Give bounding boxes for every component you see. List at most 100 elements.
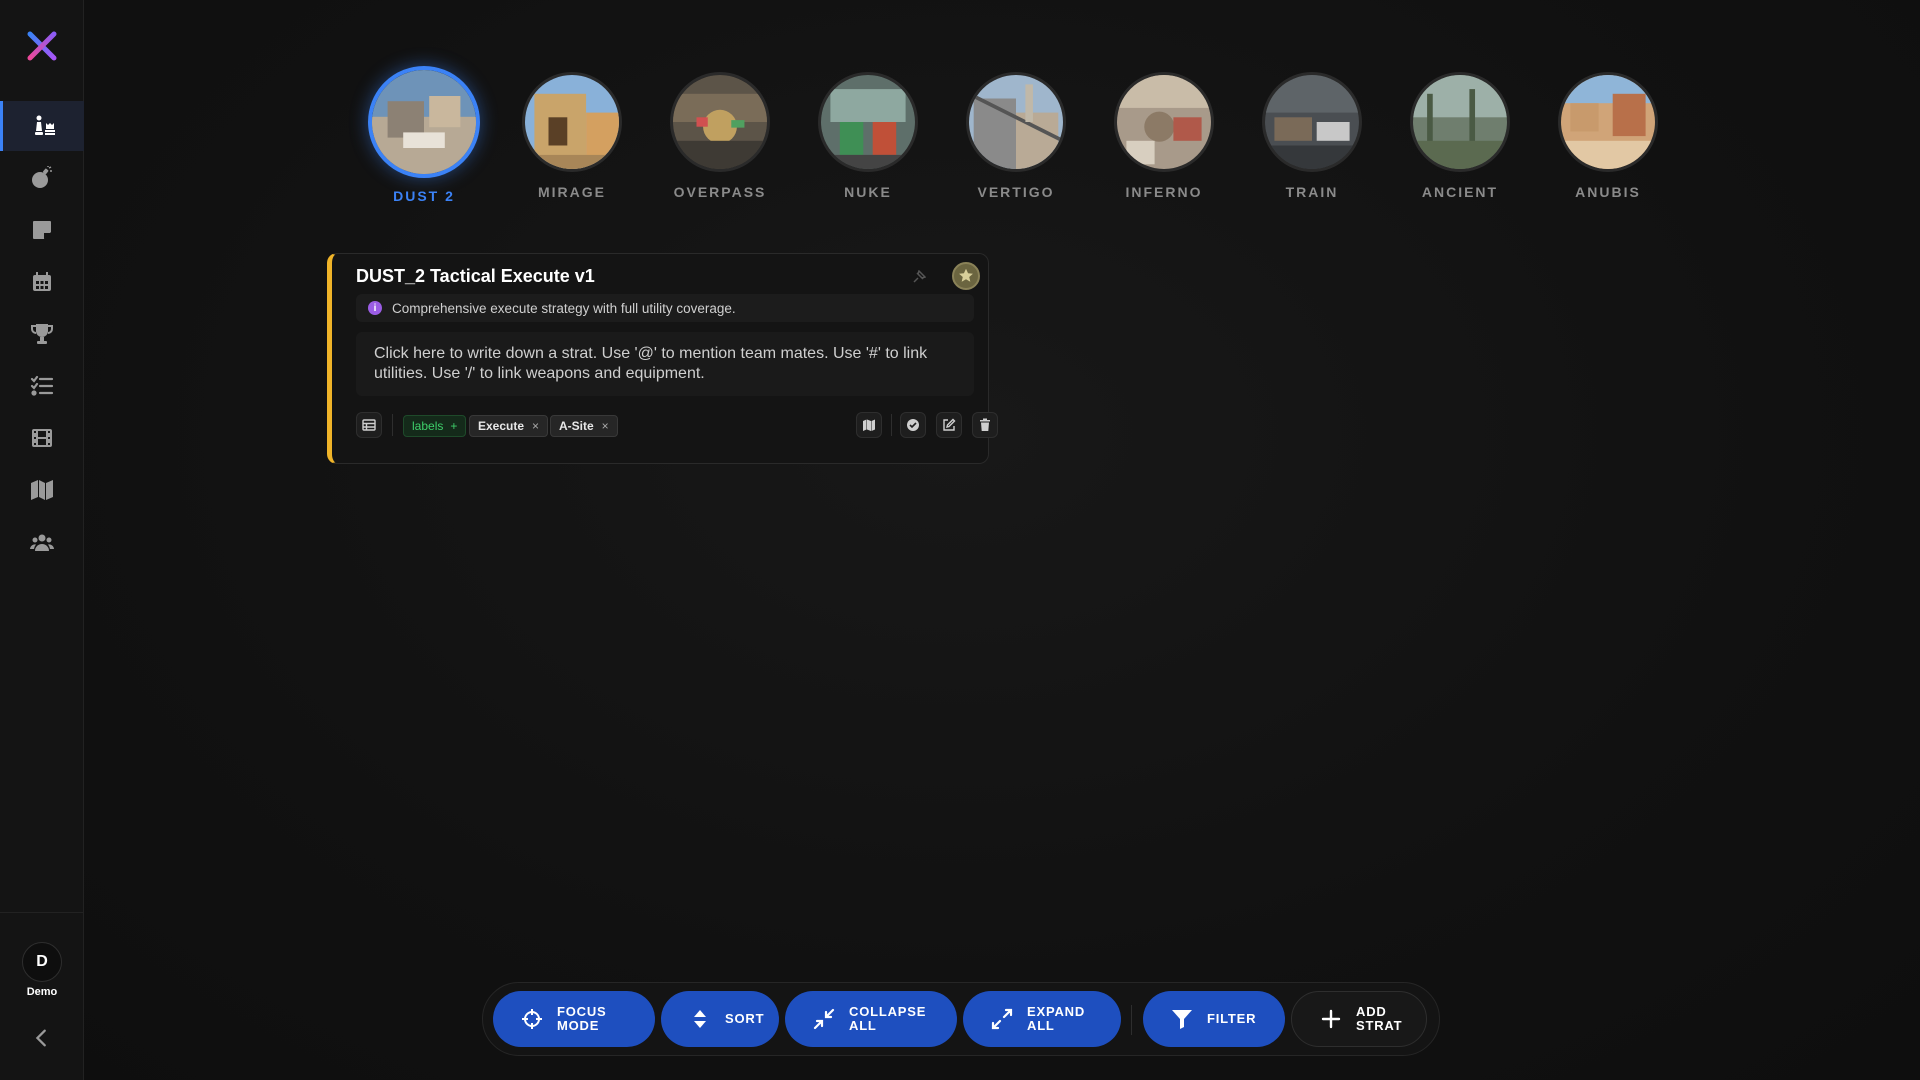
chess-pieces-icon <box>34 115 55 135</box>
focus-mode-label: FOCUS MODE <box>557 1004 607 1033</box>
map-thumbnail <box>522 72 622 172</box>
map-dust2[interactable]: DUST 2 <box>350 66 498 204</box>
sort-button[interactable]: SORT <box>661 991 779 1047</box>
sidebar-divider <box>0 912 84 913</box>
strat-title[interactable]: DUST_2 Tactical Execute v1 <box>356 266 595 287</box>
plus-icon: + <box>450 419 458 433</box>
map-view-button[interactable] <box>856 412 882 438</box>
calendar-icon <box>33 272 51 291</box>
table-view-button[interactable] <box>356 412 382 438</box>
user-name: Demo <box>26 986 58 998</box>
nav-calendar[interactable] <box>0 257 84 307</box>
map-icon <box>863 419 875 431</box>
pin-icon[interactable] <box>912 269 927 284</box>
mark-complete-button[interactable] <box>900 412 926 438</box>
app-logo[interactable] <box>26 30 58 62</box>
collapse-sidebar-button[interactable] <box>28 1024 56 1052</box>
nav-team[interactable] <box>0 517 84 567</box>
nav-maps[interactable] <box>0 465 84 515</box>
remove-label-icon[interactable]: × <box>532 419 539 433</box>
map-nuke[interactable]: NUKE <box>794 66 942 204</box>
add-label-text: labels <box>412 419 444 433</box>
grenade-icon <box>32 166 52 188</box>
map-label: OVERPASS <box>673 184 767 200</box>
nav-notes[interactable] <box>0 205 84 255</box>
strat-card: DUST_2 Tactical Execute v1 i Comprehensi… <box>327 253 998 464</box>
nav-videos[interactable] <box>0 413 84 463</box>
collapse-all-label: COLLAPSE ALL <box>849 1004 927 1033</box>
filter-button[interactable]: FILTER <box>1143 991 1285 1047</box>
nav-strats[interactable] <box>0 101 84 151</box>
map-thumbnail <box>368 66 480 178</box>
map-label: INFERNO <box>1125 184 1203 200</box>
avatar-initial: D <box>36 953 48 970</box>
info-icon: i <box>368 301 382 315</box>
map-mirage[interactable]: MIRAGE <box>498 66 646 204</box>
description-text: Comprehensive execute strategy with full… <box>392 300 736 316</box>
toolbar-separator <box>1131 1005 1132 1035</box>
filter-icon <box>1172 1010 1192 1029</box>
crosshair-icon <box>522 1009 542 1029</box>
nav-tournaments[interactable] <box>0 309 84 359</box>
collapse-all-button[interactable]: COLLAPSE ALL <box>785 991 957 1047</box>
map-thumbnail <box>1558 72 1658 172</box>
sort-icon <box>694 1010 706 1028</box>
label-tag[interactable]: A-Site × <box>550 415 618 437</box>
map-label: DUST 2 <box>393 188 455 204</box>
trophy-icon <box>31 324 53 344</box>
map-label: MIRAGE <box>538 184 606 200</box>
edit-icon <box>943 418 956 431</box>
add-label-button[interactable]: labels + <box>403 415 467 437</box>
collapse-arrows-icon <box>813 1008 835 1030</box>
remove-label-icon[interactable]: × <box>602 419 609 433</box>
map-thumbnail <box>818 72 918 172</box>
label-tag[interactable]: Execute × <box>469 415 549 437</box>
focus-mode-button[interactable]: FOCUS MODE <box>493 991 655 1047</box>
map-icon <box>31 480 53 500</box>
checklist-icon <box>30 375 54 396</box>
nav-utility[interactable] <box>0 153 84 203</box>
map-thumbnail <box>1262 72 1362 172</box>
map-ancient[interactable]: ANCIENT <box>1386 66 1534 204</box>
footer-divider <box>891 414 892 436</box>
add-strat-label: ADD STRAT <box>1356 1004 1403 1033</box>
map-anubis[interactable]: ANUBIS <box>1534 66 1682 204</box>
map-label: ANUBIS <box>1575 184 1641 200</box>
strat-body-editor[interactable]: Click here to write down a strat. Use '@… <box>356 332 974 396</box>
map-thumbnail <box>966 72 1066 172</box>
map-vertigo[interactable]: VERTIGO <box>942 66 1090 204</box>
map-label: TRAIN <box>1285 184 1339 200</box>
check-circle-icon <box>907 419 919 431</box>
sticky-note-icon <box>33 221 51 239</box>
chevron-left-icon <box>35 1029 46 1047</box>
trash-icon <box>980 418 990 431</box>
expand-all-button[interactable]: EXPAND ALL <box>963 991 1121 1047</box>
label-tag-text: Execute <box>478 419 525 433</box>
map-inferno[interactable]: INFERNO <box>1090 66 1238 204</box>
expand-arrows-icon <box>991 1008 1013 1030</box>
film-icon <box>32 429 52 447</box>
strat-card-footer: labels + Execute × A-Site × <box>356 410 998 440</box>
delete-strat-button[interactable] <box>972 412 998 438</box>
filter-label: FILTER <box>1207 1011 1257 1026</box>
table-icon <box>362 419 376 431</box>
add-strat-button[interactable]: ADD STRAT <box>1291 991 1427 1047</box>
bottom-toolbar: FOCUS MODE SORT COLLAPSE ALL EXPAND ALL FIL… <box>482 982 1440 1056</box>
sidebar: D Demo <box>0 0 84 1080</box>
map-label: NUKE <box>844 184 892 200</box>
edit-strat-button[interactable] <box>936 412 962 438</box>
map-selector: DUST 2 MIRAGE OVERPASS NUKE VERTIGO INFE… <box>350 66 1682 204</box>
map-label: VERTIGO <box>977 184 1055 200</box>
expand-all-label: EXPAND ALL <box>1027 1004 1086 1033</box>
plus-icon <box>1321 1009 1341 1029</box>
user-avatar[interactable]: D <box>22 942 62 982</box>
map-label: ANCIENT <box>1421 184 1499 200</box>
strat-description: i Comprehensive execute strategy with fu… <box>356 294 974 322</box>
map-thumbnail <box>1410 72 1510 172</box>
map-thumbnail <box>1114 72 1214 172</box>
users-icon <box>30 534 54 551</box>
label-tag-text: A-Site <box>559 419 594 433</box>
nav-checklists[interactable] <box>0 361 84 411</box>
map-train[interactable]: TRAIN <box>1238 66 1386 204</box>
map-overpass[interactable]: OVERPASS <box>646 66 794 204</box>
